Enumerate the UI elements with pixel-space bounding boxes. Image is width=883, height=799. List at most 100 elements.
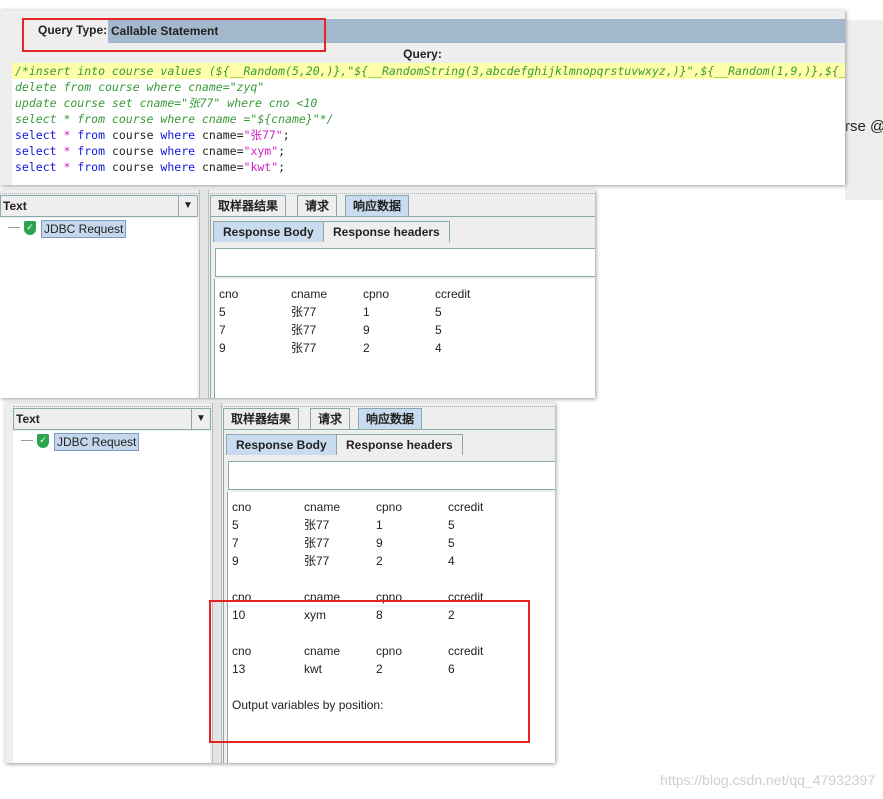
- subtab-0[interactable]: Response Body: [226, 434, 337, 455]
- tree-line: [8, 227, 20, 228]
- response-cell: cpno: [363, 287, 390, 301]
- code-token: from: [77, 160, 106, 174]
- code-token: select: [15, 144, 57, 158]
- response-cell: 1: [363, 305, 370, 319]
- code-token: *: [56, 160, 78, 174]
- highlight-box-results: [209, 600, 530, 743]
- response-cell: cname: [291, 287, 328, 301]
- code-token: *: [56, 128, 78, 142]
- response-cell: 5: [232, 518, 239, 532]
- code-token: select: [15, 128, 57, 142]
- code-token: *: [56, 144, 78, 158]
- search-input[interactable]: [228, 461, 555, 490]
- tab-1[interactable]: 请求: [310, 408, 351, 429]
- response-cell: 5: [448, 518, 455, 532]
- code-line: select * from course where cname="kwt";: [12, 159, 845, 175]
- response-cell: 张77: [291, 305, 317, 319]
- response-cell: 7: [232, 536, 239, 550]
- response-cell: 5: [435, 323, 442, 337]
- code-line: select * from course where cname="张77";: [12, 127, 845, 143]
- result-panel-1: Text ▼ ✓ JDBC Request 取样器结果 请求 响应数据 Response…: [0, 190, 595, 398]
- response-cell: 张77: [291, 323, 317, 337]
- code-token: "xym": [243, 144, 279, 158]
- code-token: select: [15, 160, 57, 174]
- query-label: Query:: [403, 47, 442, 61]
- response-cell: 张77: [304, 554, 330, 568]
- response-cell: 5: [435, 305, 442, 319]
- success-shield-icon: ✓: [24, 221, 36, 235]
- response-cell: 2: [376, 554, 383, 568]
- response-cell: cno: [232, 500, 252, 514]
- code-line: select * from course where cname="xym";: [12, 143, 845, 159]
- result-tree: ✓ JDBC Request: [0, 218, 197, 398]
- background-text: rse @: [845, 118, 883, 135]
- code-token: delete from course where cname="zyq": [15, 80, 265, 94]
- success-shield-icon: ✓: [37, 434, 49, 448]
- code-token: from: [77, 128, 106, 142]
- tab-2[interactable]: 响应数据: [358, 408, 423, 429]
- response-cell: 7: [219, 323, 226, 337]
- watermark: https://blog.csdn.net/qq_47932397: [660, 772, 875, 788]
- code-token: cname=: [195, 160, 244, 174]
- code-token: where: [160, 160, 196, 174]
- query-editor[interactable]: /*insert into course values (${__Random(…: [12, 63, 845, 185]
- response-cell: 张77: [304, 536, 330, 550]
- result-tree: ✓ JDBC Request: [13, 431, 210, 763]
- code-token: update course set cname="张77" where cno …: [15, 96, 318, 110]
- code-line: delete from course where cname="zyq": [12, 79, 845, 95]
- response-cell: ccredit: [448, 500, 484, 514]
- code-line: update course set cname="张77" where cno …: [12, 95, 845, 111]
- code-line: select * from course where cname ="${cna…: [12, 111, 845, 127]
- code-token: "张77": [243, 128, 283, 142]
- response-cell: ccredit: [435, 287, 471, 301]
- code-token: cname=: [195, 128, 244, 142]
- response-body: cno cname cpno ccredit 5 张77 1 5 7 张77 9 5 9 张77 2 4: [214, 279, 595, 398]
- tree-item-jdbc-request[interactable]: JDBC Request: [41, 220, 127, 238]
- response-cell: cpno: [376, 500, 403, 514]
- code-token: "kwt": [243, 160, 279, 174]
- response-cell: 9: [363, 323, 370, 337]
- search-input[interactable]: [215, 248, 595, 277]
- code-token: select * from course where cname ="${cna…: [15, 112, 334, 126]
- response-cell: 4: [448, 554, 455, 568]
- tab-0[interactable]: 取样器结果: [210, 195, 287, 216]
- response-cell: 5: [448, 536, 455, 550]
- response-cell: 4: [435, 341, 442, 355]
- renderer-value: Text: [16, 412, 40, 426]
- code-token: cname=: [195, 144, 244, 158]
- response-cell: cno: [219, 287, 239, 301]
- response-cell: 2: [363, 341, 370, 355]
- chevron-down-icon[interactable]: ▼: [178, 196, 197, 216]
- code-token: course: [105, 160, 161, 174]
- code-token: course: [105, 144, 161, 158]
- response-cell: 1: [376, 518, 383, 532]
- split-divider[interactable]: [199, 190, 209, 398]
- renderer-select[interactable]: Text ▼: [0, 195, 198, 217]
- response-cell: 张77: [291, 341, 317, 355]
- query-panel: Query Type: Callable Statement Query: /*…: [0, 10, 845, 185]
- subtab-0[interactable]: Response Body: [213, 221, 324, 242]
- tree-item-jdbc-request[interactable]: JDBC Request: [54, 433, 140, 451]
- response-cell: 5: [219, 305, 226, 319]
- code-token: ;: [282, 128, 290, 142]
- code-token: where: [160, 128, 196, 142]
- code-token: ;: [278, 160, 286, 174]
- tree-line: [21, 440, 33, 441]
- response-cell: 9: [376, 536, 383, 550]
- subtab-1[interactable]: Response headers: [336, 434, 463, 455]
- code-token: course: [105, 128, 161, 142]
- tab-1[interactable]: 请求: [297, 195, 338, 216]
- tab-0[interactable]: 取样器结果: [223, 408, 300, 429]
- code-token: from: [77, 144, 106, 158]
- chevron-down-icon[interactable]: ▼: [191, 409, 210, 429]
- renderer-select[interactable]: Text ▼: [13, 408, 211, 430]
- tab-2[interactable]: 响应数据: [345, 195, 410, 216]
- response-cell: 张77: [304, 518, 330, 532]
- response-cell: cname: [304, 500, 341, 514]
- response-cell: 9: [219, 341, 226, 355]
- code-token: where: [160, 144, 196, 158]
- response-cell: 9: [232, 554, 239, 568]
- subtab-1[interactable]: Response headers: [323, 221, 450, 242]
- code-token: ;: [278, 144, 286, 158]
- renderer-value: Text: [3, 199, 27, 213]
